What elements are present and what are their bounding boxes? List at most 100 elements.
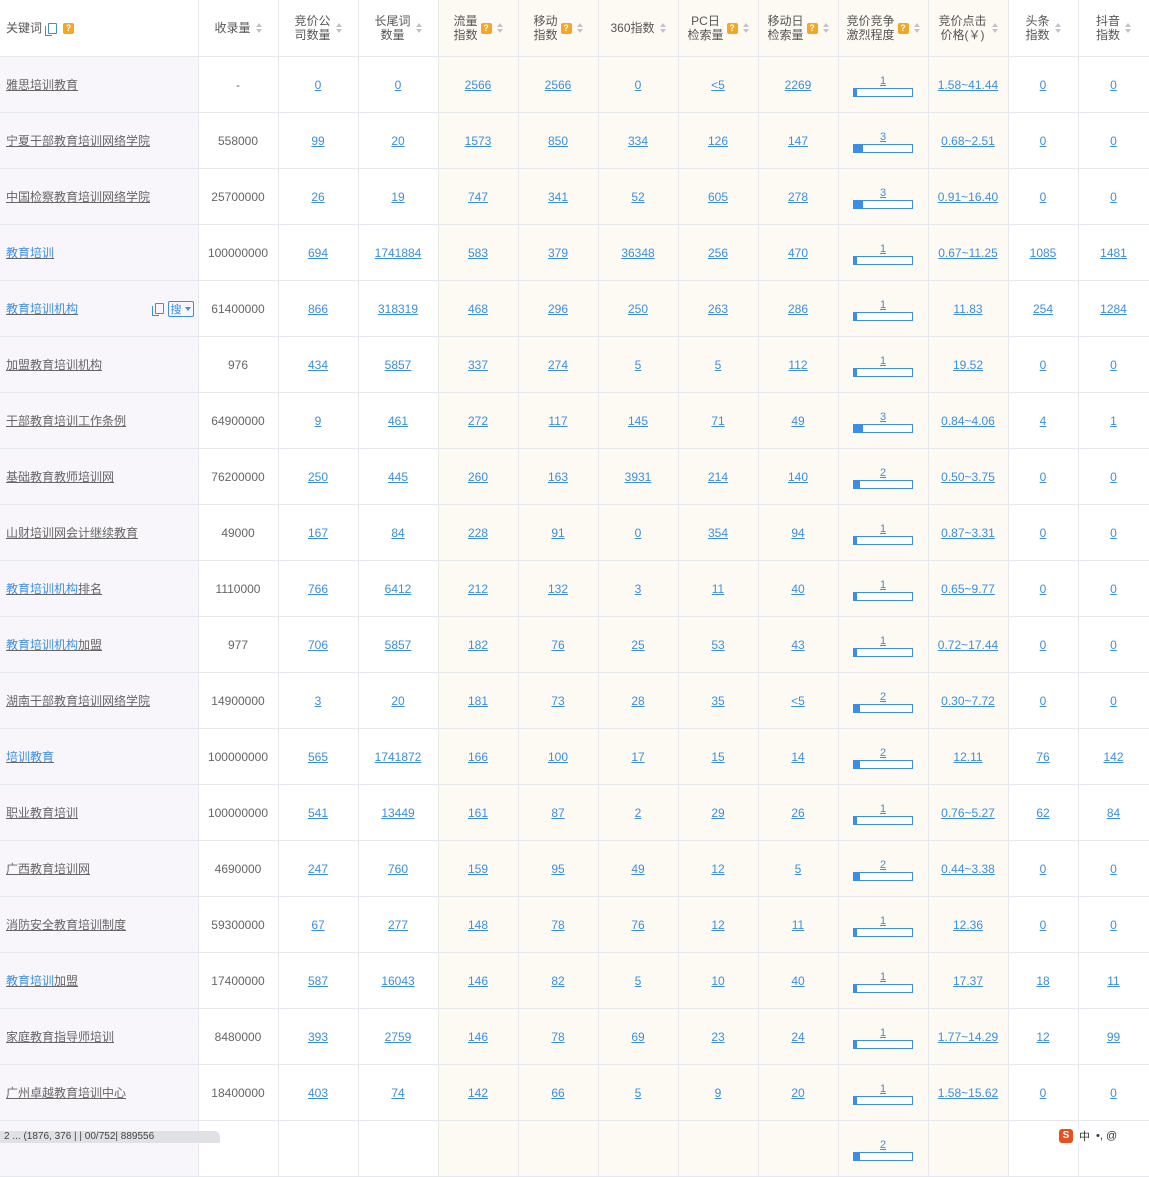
value-link-tt[interactable]: 18 xyxy=(1036,974,1049,988)
value-link-pc[interactable]: 12 xyxy=(711,918,724,932)
value-link-dy[interactable]: 0 xyxy=(1110,582,1117,596)
value-link-longtail[interactable]: 84 xyxy=(391,526,404,540)
value-link-pc[interactable]: 23 xyxy=(711,1030,724,1044)
value-link-pc[interactable]: 605 xyxy=(708,190,728,204)
value-link-tt[interactable]: 12 xyxy=(1036,1030,1049,1044)
value-link-i360[interactable]: 2 xyxy=(635,806,642,820)
competition-value-link[interactable]: 1 xyxy=(880,355,886,367)
value-link-dy[interactable]: 0 xyxy=(1110,190,1117,204)
sort-icon[interactable] xyxy=(1054,23,1061,33)
value-link-mday[interactable]: 43 xyxy=(791,638,804,652)
value-link-tt[interactable]: 0 xyxy=(1040,526,1047,540)
sort-icon[interactable] xyxy=(659,23,666,33)
value-link-pc[interactable]: 9 xyxy=(715,1086,722,1100)
value-link-flow[interactable]: 142 xyxy=(468,1086,488,1100)
value-link-i360[interactable]: 28 xyxy=(631,694,644,708)
value-link-company[interactable]: 250 xyxy=(308,470,328,484)
competition-value-link[interactable]: 1 xyxy=(880,803,886,815)
sort-icon[interactable] xyxy=(415,23,422,33)
value-link-mobile[interactable]: 78 xyxy=(551,1030,564,1044)
value-link-mday[interactable]: 40 xyxy=(791,974,804,988)
header-pc[interactable]: PC日 检索量? xyxy=(678,0,759,57)
value-link-longtail[interactable]: 5857 xyxy=(385,638,412,652)
value-link-mobile[interactable]: 132 xyxy=(548,582,568,596)
value-link-flow[interactable]: 146 xyxy=(468,1030,488,1044)
keyword-link[interactable]: 教育培训机构 xyxy=(6,302,78,316)
value-link-dy[interactable]: 99 xyxy=(1107,1030,1120,1044)
value-link-company[interactable]: 403 xyxy=(308,1086,328,1100)
value-link-i360[interactable]: 3 xyxy=(635,582,642,596)
value-link-pc[interactable]: 354 xyxy=(708,526,728,540)
value-link-cpc[interactable]: 12.11 xyxy=(953,750,982,764)
header-longtail[interactable]: 长尾词 数量 xyxy=(358,0,439,57)
value-link-flow[interactable]: 182 xyxy=(468,638,488,652)
value-link-mobile[interactable]: 274 xyxy=(548,358,568,372)
value-link-dy[interactable]: 142 xyxy=(1103,750,1123,764)
value-link-company[interactable]: 766 xyxy=(308,582,328,596)
value-link-mobile[interactable]: 379 xyxy=(548,246,568,260)
keyword-link[interactable]: 山财培训网会计继续教育 xyxy=(6,526,138,540)
header-company[interactable]: 竞价公 司数量 xyxy=(278,0,359,57)
value-link-longtail[interactable]: 20 xyxy=(391,134,404,148)
keyword-link[interactable]: 消防安全教育培训制度 xyxy=(6,918,126,932)
value-link-mobile[interactable]: 76 xyxy=(551,638,564,652)
value-link-mday[interactable]: 147 xyxy=(788,134,808,148)
value-link-dy[interactable]: 0 xyxy=(1110,358,1117,372)
value-link-company[interactable]: 565 xyxy=(308,750,328,764)
value-link-dy[interactable]: 0 xyxy=(1110,918,1117,932)
value-link-company[interactable]: 541 xyxy=(308,806,328,820)
value-link-longtail[interactable]: 461 xyxy=(388,414,408,428)
value-link-mday[interactable]: <5 xyxy=(791,694,805,708)
value-link-flow[interactable]: 159 xyxy=(468,862,488,876)
keyword-link[interactable]: 加盟教育培训机构 xyxy=(6,358,102,372)
value-link-i360[interactable]: 49 xyxy=(631,862,644,876)
keyword-link[interactable]: 广州卓越教育培训中心 xyxy=(6,1086,126,1100)
competition-value-link[interactable]: 1 xyxy=(880,1083,886,1095)
keyword-link[interactable]: 培训教育 xyxy=(6,750,54,764)
value-link-flow[interactable]: 260 xyxy=(468,470,488,484)
value-link-dy[interactable]: 0 xyxy=(1110,134,1117,148)
ime-toolbar[interactable]: S 中 •, @ xyxy=(1055,1129,1149,1143)
sort-icon[interactable] xyxy=(742,23,749,33)
competition-value-link[interactable]: 2 xyxy=(880,859,886,871)
competition-value-link[interactable]: 2 xyxy=(880,1139,886,1151)
value-link-cpc[interactable]: 0.72~17.44 xyxy=(938,638,998,652)
value-link-tt[interactable]: 0 xyxy=(1040,78,1047,92)
value-link-flow[interactable]: 166 xyxy=(468,750,488,764)
value-link-mday[interactable]: 14 xyxy=(791,750,804,764)
value-link-cpc[interactable]: 0.44~3.38 xyxy=(941,862,995,876)
value-link-company[interactable]: 434 xyxy=(308,358,328,372)
value-link-longtail[interactable]: 445 xyxy=(388,470,408,484)
value-link-cpc[interactable]: 0.68~2.51 xyxy=(941,134,995,148)
value-link-longtail[interactable]: 1741884 xyxy=(375,246,422,260)
competition-value-link[interactable]: 2 xyxy=(880,747,886,759)
value-link-company[interactable]: 587 xyxy=(308,974,328,988)
value-link-pc[interactable]: 126 xyxy=(708,134,728,148)
value-link-tt[interactable]: 0 xyxy=(1040,358,1047,372)
value-link-mobile[interactable]: 341 xyxy=(548,190,568,204)
header-mobile-day[interactable]: 移动日 检索量? xyxy=(758,0,839,57)
value-link-pc[interactable]: 53 xyxy=(711,638,724,652)
value-link-cpc[interactable]: 0.87~3.31 xyxy=(941,526,995,540)
value-link-dy[interactable]: 0 xyxy=(1110,78,1117,92)
value-link-mday[interactable]: 278 xyxy=(788,190,808,204)
value-link-flow[interactable]: 583 xyxy=(468,246,488,260)
sort-icon[interactable] xyxy=(255,23,262,33)
value-link-longtail[interactable]: 2759 xyxy=(385,1030,412,1044)
value-link-i360[interactable]: 36348 xyxy=(621,246,654,260)
value-link-flow[interactable]: 2566 xyxy=(465,78,492,92)
sort-icon[interactable] xyxy=(496,23,503,33)
value-link-i360[interactable]: 145 xyxy=(628,414,648,428)
header-shoulu[interactable]: 收录量 xyxy=(198,0,279,57)
competition-value-link[interactable]: 1 xyxy=(880,1027,886,1039)
value-link-cpc[interactable]: 0.30~7.72 xyxy=(941,694,995,708)
value-link-i360[interactable]: 3931 xyxy=(625,470,652,484)
value-link-mday[interactable]: 94 xyxy=(791,526,804,540)
header-competition[interactable]: 竞价竞争 激烈程度? xyxy=(838,0,929,57)
keyword-link[interactable]: 宁夏干部教育培训网络学院 xyxy=(6,134,150,148)
help-icon[interactable]: ? xyxy=(806,22,818,34)
value-link-cpc[interactable]: 0.76~5.27 xyxy=(941,806,995,820)
value-link-cpc[interactable]: 1.58~41.44 xyxy=(938,78,998,92)
value-link-longtail[interactable]: 20 xyxy=(391,694,404,708)
value-link-dy[interactable]: 0 xyxy=(1110,526,1117,540)
